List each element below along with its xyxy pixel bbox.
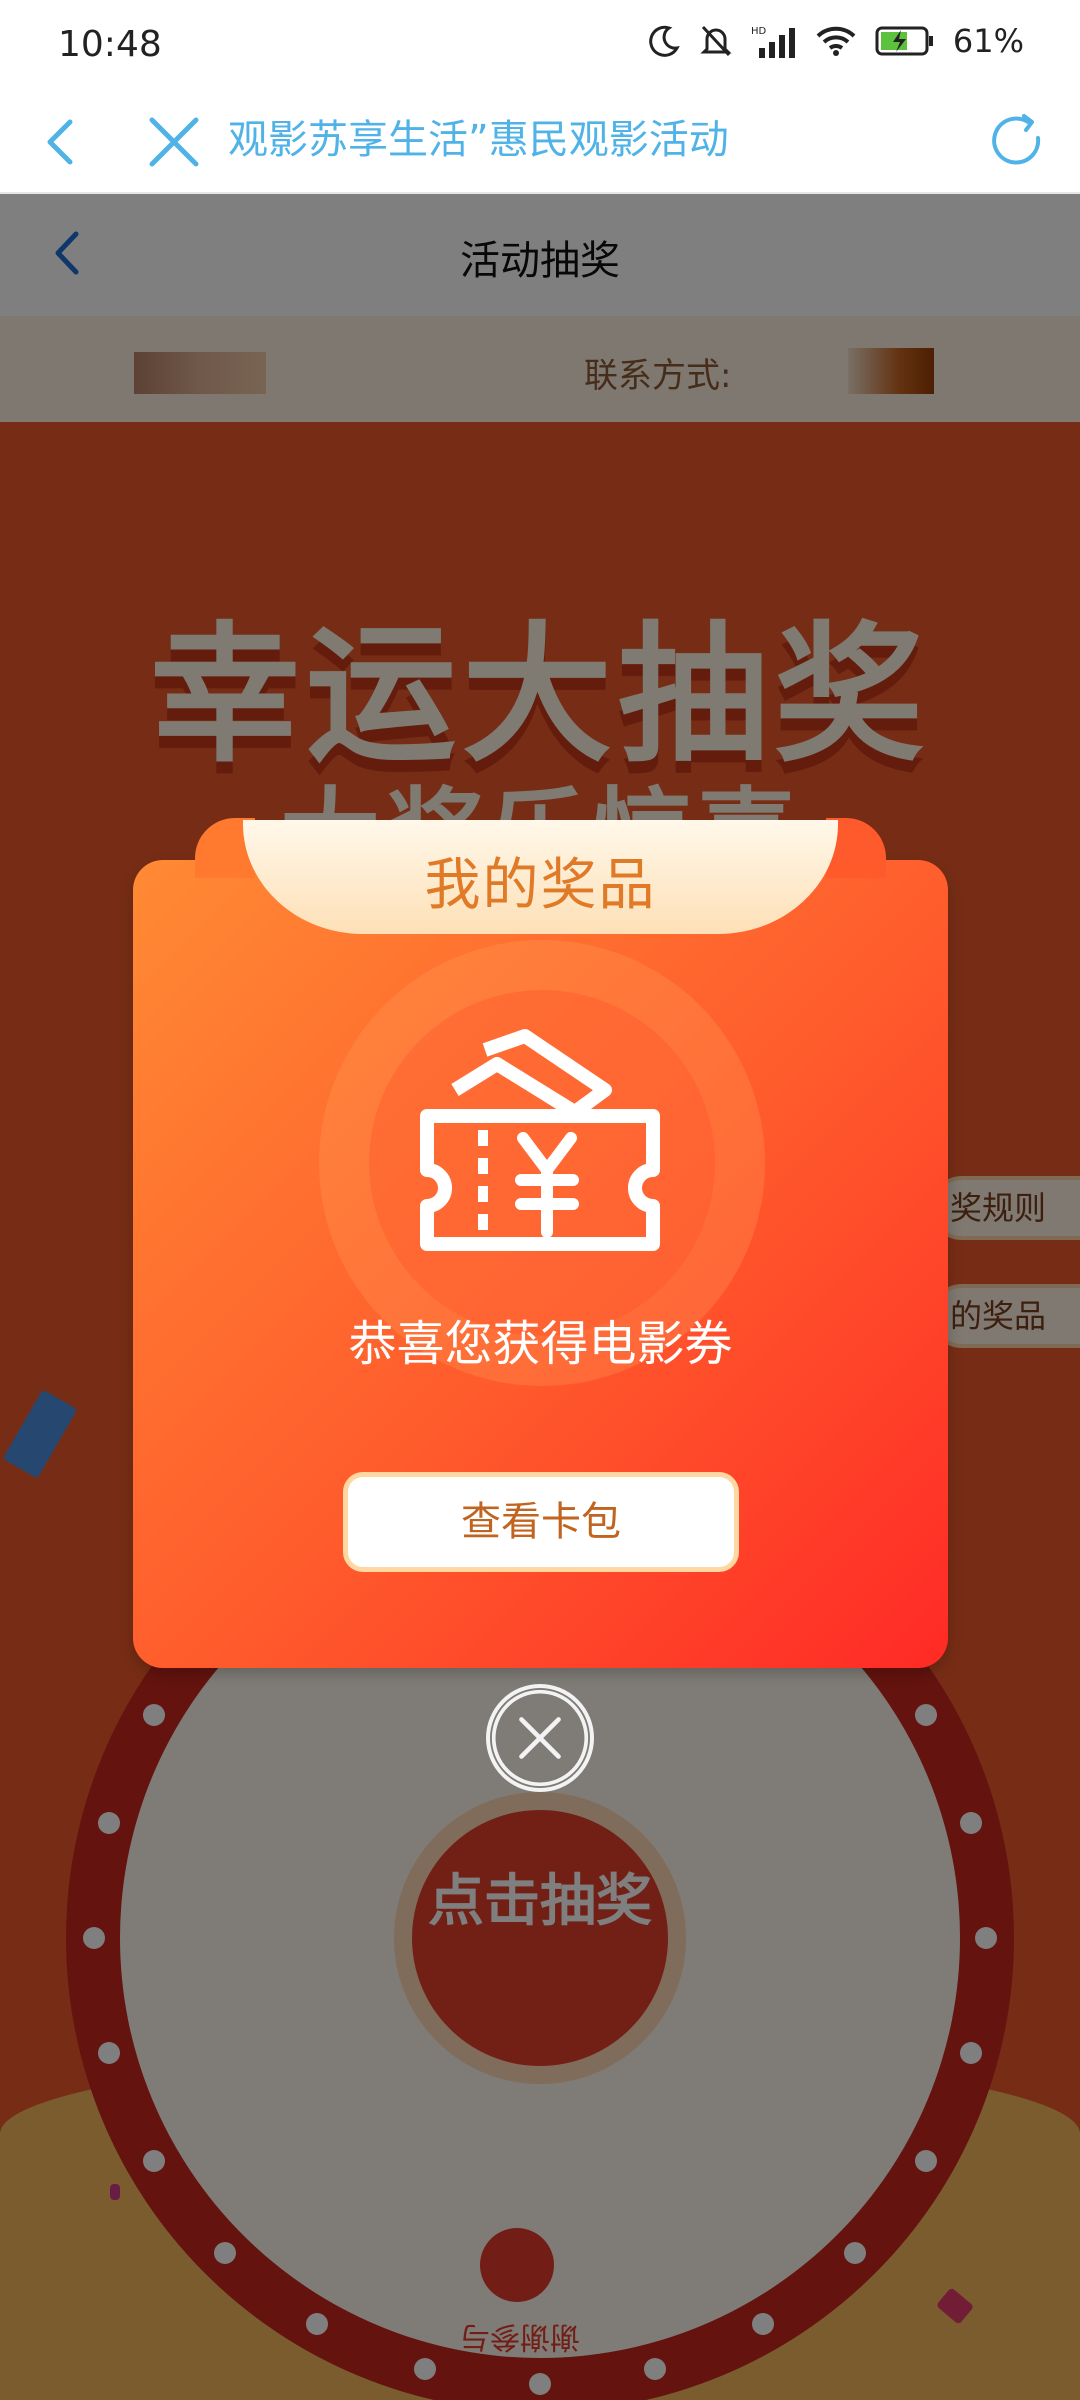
svg-text:HD: HD	[751, 26, 767, 37]
view-wallet-button[interactable]: 查看卡包	[343, 1472, 739, 1572]
modal-title: 我的奖品	[424, 853, 657, 918]
mute-bell-icon	[700, 25, 732, 57]
moon-icon	[649, 25, 680, 57]
modal-close-icon[interactable]	[486, 1684, 594, 1792]
browser-title: 观影苏享生活”惠民观影活动	[228, 117, 729, 163]
movie-coupon-icon	[420, 1029, 660, 1251]
battery-percent: 61%	[952, 22, 1024, 60]
modal-header-ribbon: 我的奖品	[243, 820, 838, 934]
status-icons: HD 61%	[647, 22, 1024, 60]
wifi-icon	[816, 26, 856, 56]
back-icon[interactable]	[30, 108, 94, 176]
status-time: 10:48	[58, 24, 162, 65]
battery-icon	[875, 26, 933, 56]
prize-modal: 我的奖品 恭喜您获得电影券 查看卡包	[133, 818, 948, 1668]
status-bar: 10:48 HD 61%	[0, 0, 1080, 90]
signal-icon: HD	[751, 26, 795, 58]
browser-toolbar: 观影苏享生活”惠民观影活动	[0, 90, 1080, 194]
prize-message: 恭喜您获得电影券	[348, 1316, 733, 1372]
refresh-icon[interactable]	[984, 108, 1052, 176]
close-icon[interactable]	[140, 108, 208, 176]
